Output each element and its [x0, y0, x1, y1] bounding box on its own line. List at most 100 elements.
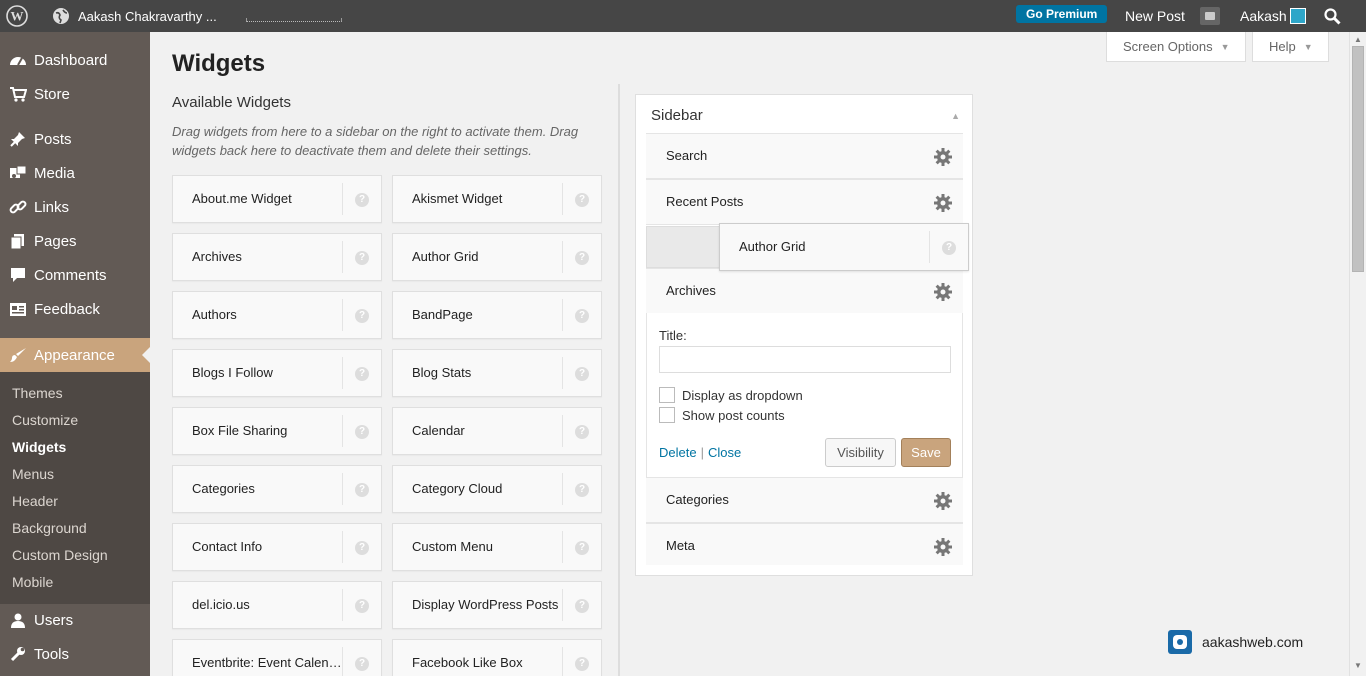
dragging-widget[interactable]: Author Grid ? — [719, 223, 969, 271]
sidebar-widget-area[interactable]: Sidebar ▲ Search Recent Posts Archives T… — [635, 94, 973, 576]
delete-link[interactable]: Delete — [659, 445, 697, 460]
help-icon[interactable]: ? — [355, 193, 369, 207]
help-icon[interactable]: ? — [355, 541, 369, 555]
widget-title: Authors — [192, 307, 237, 322]
gear-icon[interactable] — [933, 193, 953, 213]
sidebar-widget-recent-posts[interactable]: Recent Posts — [646, 179, 963, 225]
wordpress-logo-icon[interactable]: W — [6, 0, 28, 32]
menu-item-tools[interactable]: Tools — [0, 637, 150, 671]
user-name-link[interactable]: Aakash — [1240, 0, 1287, 32]
help-icon[interactable]: ? — [355, 425, 369, 439]
gear-icon[interactable] — [933, 282, 953, 302]
title-field[interactable] — [659, 346, 951, 373]
help-icon[interactable]: ? — [355, 483, 369, 497]
submenu-customize[interactable]: Customize — [12, 412, 78, 428]
menu-item-users[interactable]: Users — [0, 603, 150, 637]
gear-icon[interactable] — [933, 537, 953, 557]
avatar[interactable] — [1290, 8, 1306, 24]
available-widget[interactable]: del.icio.us? — [172, 581, 382, 629]
help-icon[interactable]: ? — [355, 367, 369, 381]
widget-title: Blog Stats — [412, 365, 472, 380]
scroll-thumb[interactable] — [1352, 46, 1364, 272]
menu-item-pages[interactable]: Pages — [0, 224, 150, 258]
menu-item-comments[interactable]: Comments — [0, 258, 150, 292]
scroll-down-arrow-icon[interactable]: ▼ — [1354, 661, 1362, 670]
submenu-header[interactable]: Header — [12, 493, 58, 509]
available-widget[interactable]: Authors? — [172, 291, 382, 339]
help-icon[interactable]: ? — [575, 657, 589, 671]
sidebar-widget-archives[interactable]: Archives — [646, 268, 963, 314]
menu-item-media[interactable]: Media — [0, 156, 150, 190]
submenu-background[interactable]: Background — [12, 520, 87, 536]
show-post-counts-checkbox[interactable]: Show post counts — [659, 407, 785, 423]
available-widget[interactable]: Display WordPress Posts? — [392, 581, 602, 629]
available-widget[interactable]: Author Grid? — [392, 233, 602, 281]
gear-icon[interactable] — [933, 491, 953, 511]
site-name-link[interactable]: Aakash Chakravarthy ... — [78, 0, 217, 32]
available-widget[interactable]: Facebook Like Box? — [392, 639, 602, 676]
menu-item-label: Feedback — [34, 300, 100, 318]
available-widget[interactable]: About.me Widget? — [172, 175, 382, 223]
widget-title: Recent Posts — [666, 194, 744, 209]
help-icon[interactable]: ? — [575, 251, 589, 265]
help-icon[interactable]: ? — [575, 483, 589, 497]
save-button[interactable]: Save — [901, 438, 951, 467]
caret-up-icon[interactable]: ▲ — [951, 111, 960, 121]
menu-item-store[interactable]: Store — [0, 77, 150, 111]
globe-icon[interactable] — [52, 0, 70, 32]
display-dropdown-checkbox[interactable]: Display as dropdown — [659, 387, 803, 403]
available-widget[interactable]: Categories? — [172, 465, 382, 513]
submenu-widgets[interactable]: Widgets — [12, 439, 66, 455]
sidebar-title[interactable]: Sidebar — [651, 107, 703, 124]
menu-item-label: Appearance — [34, 346, 115, 364]
submenu-themes[interactable]: Themes — [12, 385, 63, 401]
help-icon[interactable]: ? — [575, 599, 589, 613]
menu-item-dashboard[interactable]: Dashboard — [0, 43, 150, 77]
menu-item-appearance[interactable]: Appearance — [0, 338, 150, 372]
screen-options-button[interactable]: Screen Options ▼ — [1106, 32, 1246, 62]
notifications-icon[interactable] — [1200, 7, 1220, 25]
available-widget[interactable]: Calendar? — [392, 407, 602, 455]
sidebar-widget-categories[interactable]: Categories — [646, 477, 963, 523]
sidebar-widget-meta[interactable]: Meta — [646, 523, 963, 565]
submenu-mobile[interactable]: Mobile — [12, 574, 53, 590]
help-icon[interactable]: ? — [355, 251, 369, 265]
new-post-link[interactable]: New Post — [1125, 0, 1185, 32]
menu-item-feedback[interactable]: Feedback — [0, 292, 150, 326]
help-icon[interactable]: ? — [355, 309, 369, 323]
visibility-button[interactable]: Visibility — [825, 438, 896, 467]
available-widget[interactable]: Akismet Widget? — [392, 175, 602, 223]
widget-title: Box File Sharing — [192, 423, 288, 438]
available-widget[interactable]: Archives? — [172, 233, 382, 281]
checkbox[interactable] — [659, 387, 675, 403]
page-scrollbar[interactable]: ▲ ▼ — [1349, 32, 1366, 676]
submenu-custom-design[interactable]: Custom Design — [12, 547, 108, 563]
help-icon[interactable]: ? — [355, 599, 369, 613]
available-widget[interactable]: Contact Info? — [172, 523, 382, 571]
help-icon[interactable]: ? — [575, 309, 589, 323]
available-widget[interactable]: Custom Menu? — [392, 523, 602, 571]
available-widget[interactable]: Eventbrite: Event Calendar/Listing? — [172, 639, 382, 676]
help-icon[interactable]: ? — [575, 425, 589, 439]
help-icon[interactable]: ? — [575, 541, 589, 555]
sidebar-widget-search[interactable]: Search — [646, 133, 963, 179]
menu-item-links[interactable]: Links — [0, 190, 150, 224]
help-button[interactable]: Help ▼ — [1252, 32, 1329, 62]
available-widget[interactable]: Box File Sharing? — [172, 407, 382, 455]
gear-icon[interactable] — [933, 147, 953, 167]
submenu-menus[interactable]: Menus — [12, 466, 54, 482]
menu-item-posts[interactable]: Posts — [0, 122, 150, 156]
available-widget[interactable]: Blog Stats? — [392, 349, 602, 397]
help-icon[interactable]: ? — [575, 367, 589, 381]
help-icon[interactable]: ? — [575, 193, 589, 207]
checkbox[interactable] — [659, 407, 675, 423]
available-widget[interactable]: Blogs I Follow? — [172, 349, 382, 397]
help-icon[interactable]: ? — [942, 241, 956, 255]
close-link[interactable]: Close — [708, 445, 741, 460]
help-icon[interactable]: ? — [355, 657, 369, 671]
available-widget[interactable]: BandPage? — [392, 291, 602, 339]
search-icon[interactable] — [1324, 0, 1341, 32]
go-premium-button[interactable]: Go Premium — [1016, 5, 1108, 23]
available-widget[interactable]: Category Cloud? — [392, 465, 602, 513]
scroll-up-arrow-icon[interactable]: ▲ — [1354, 35, 1362, 44]
